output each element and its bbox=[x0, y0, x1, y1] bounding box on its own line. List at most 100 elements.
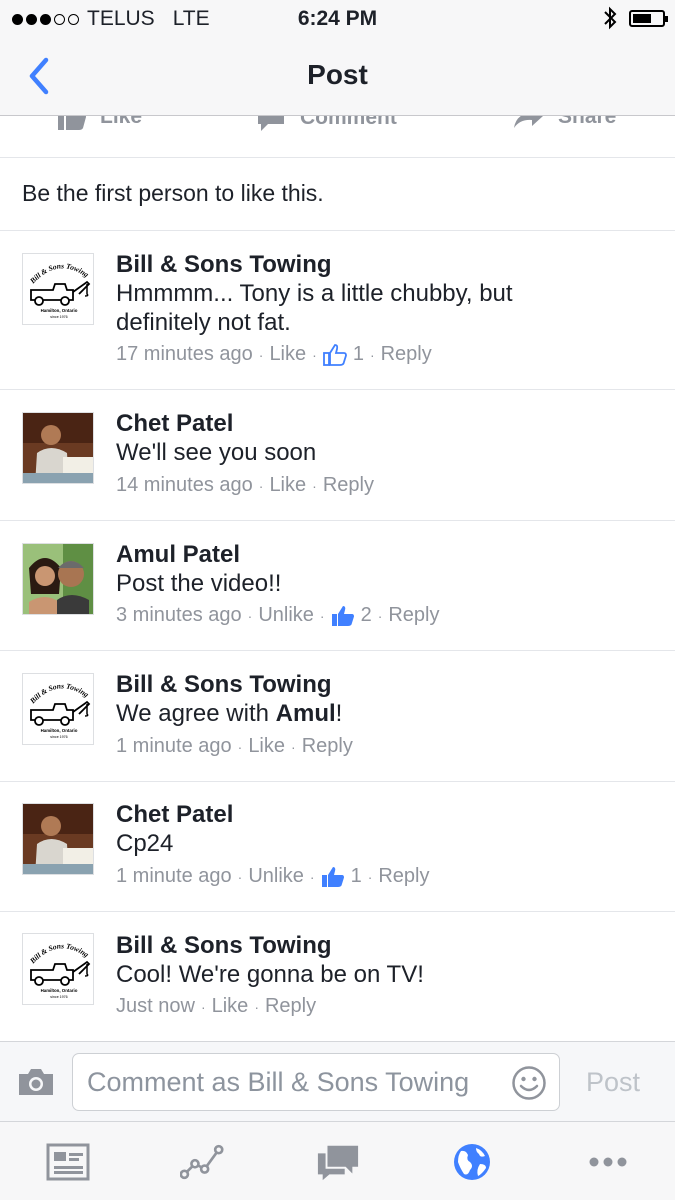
post-button[interactable]: Post bbox=[586, 1067, 640, 1098]
status-time: 6:24 PM bbox=[297, 7, 378, 30]
avatar[interactable]: Bill & Sons Towing Hamilton, Ontario since… bbox=[22, 673, 94, 745]
like-action-button[interactable]: Like bbox=[58, 116, 142, 130]
reply-button[interactable]: Reply bbox=[381, 343, 432, 366]
comment-meta: 3 minutes ago · Unlike · 2 · Reply bbox=[116, 604, 440, 627]
comment-author[interactable]: Bill & Sons Towing bbox=[116, 671, 332, 699]
separator-dot: · bbox=[369, 346, 375, 363]
like-label: Like bbox=[100, 116, 143, 128]
svg-text:Bill & Sons Towing: Bill & Sons Towing bbox=[27, 941, 90, 966]
avatar[interactable] bbox=[22, 543, 94, 615]
divider bbox=[0, 230, 675, 231]
comment-meta: 1 minute ago · Like · Reply bbox=[116, 735, 353, 758]
emoji-smiley-icon[interactable] bbox=[511, 1065, 547, 1101]
avatar[interactable]: Bill & Sons Towing Hamilton, Ontario since… bbox=[22, 933, 94, 1005]
comment-author[interactable]: Chet Patel bbox=[116, 410, 233, 438]
avatar[interactable] bbox=[22, 412, 94, 484]
comment-text-line: We'll see you soon bbox=[116, 439, 317, 466]
separator-dot: · bbox=[291, 738, 296, 755]
share-label: Share bbox=[558, 116, 617, 128]
separator-dot: · bbox=[258, 346, 264, 363]
comment-time[interactable]: 1 minute ago bbox=[116, 865, 232, 888]
comment-time[interactable]: 17 minutes ago bbox=[116, 343, 253, 366]
comment-time[interactable]: 1 minute ago bbox=[116, 735, 232, 758]
like-comment-button[interactable]: Like bbox=[269, 343, 306, 366]
tab-notifications[interactable] bbox=[450, 1140, 494, 1184]
separator-dot: · bbox=[237, 738, 243, 755]
divider bbox=[0, 650, 675, 651]
svg-text:Hamilton, Ontario: Hamilton, Ontario bbox=[41, 988, 78, 993]
tab-activity[interactable] bbox=[180, 1140, 224, 1184]
separator-dot: · bbox=[377, 607, 383, 624]
like-comment-button[interactable]: Like bbox=[248, 735, 285, 758]
profile-photo bbox=[23, 544, 93, 614]
like-count[interactable]: 1 bbox=[351, 865, 362, 888]
tab-messages[interactable] bbox=[316, 1140, 360, 1184]
separator-dot: · bbox=[319, 607, 325, 624]
svg-text:Bill & Sons Towing: Bill & Sons Towing bbox=[27, 261, 90, 286]
tab-news-feed[interactable] bbox=[46, 1140, 90, 1184]
separator-dot: · bbox=[312, 346, 317, 363]
reply-button[interactable]: Reply bbox=[265, 995, 316, 1018]
company-logo-image: Bill & Sons Towing Hamilton, Ontario since… bbox=[27, 941, 90, 999]
separator-dot: · bbox=[309, 868, 315, 885]
share-arrow-icon bbox=[514, 116, 543, 128]
comment-input[interactable]: Comment as Bill & Sons Towing bbox=[72, 1053, 560, 1111]
comment-text-line: Post the video!! bbox=[116, 570, 282, 597]
divider bbox=[0, 520, 675, 521]
thumbs-up-filled-icon bbox=[331, 605, 355, 627]
like-count[interactable]: 1 bbox=[353, 343, 364, 366]
mention-link[interactable]: Amul bbox=[276, 700, 336, 727]
status-bar: TELUS LTE 6:24 PM bbox=[0, 0, 675, 38]
likes-summary: Be the first person to like this. bbox=[22, 180, 324, 206]
svg-text:Hamilton, Ontario: Hamilton, Ontario bbox=[41, 308, 78, 313]
company-logo-image: Bill & Sons Towing Hamilton, Ontario since… bbox=[27, 681, 90, 739]
camera-icon[interactable] bbox=[16, 1066, 56, 1098]
news-feed-icon bbox=[46, 1143, 90, 1181]
reply-button[interactable]: Reply bbox=[378, 865, 429, 888]
like-comment-button[interactable]: Like bbox=[212, 995, 249, 1018]
reply-button[interactable]: Reply bbox=[323, 474, 374, 497]
comment-text: Post the video!! bbox=[116, 569, 656, 598]
status-right bbox=[603, 6, 668, 30]
comment-text-prefix: We agree with bbox=[116, 700, 276, 727]
comment-bubble-icon bbox=[258, 116, 284, 131]
thumbs-up-filled-icon bbox=[321, 866, 345, 888]
unlike-comment-button[interactable]: Unlike bbox=[258, 604, 314, 627]
more-icon bbox=[589, 1157, 627, 1167]
reply-button[interactable]: Reply bbox=[388, 604, 439, 627]
reply-button[interactable]: Reply bbox=[302, 735, 353, 758]
comment-author[interactable]: Amul Patel bbox=[116, 541, 240, 569]
comment-meta: 14 minutes ago · Like · Reply bbox=[116, 474, 374, 497]
share-action-button[interactable]: Share bbox=[512, 116, 616, 130]
comment-text-line: definitely not fat. bbox=[116, 309, 291, 336]
messages-icon bbox=[317, 1145, 359, 1181]
comment-text: Cool! We're gonna be on TV! bbox=[116, 960, 656, 989]
divider bbox=[0, 911, 675, 912]
comment-text: Cp24 bbox=[116, 829, 656, 858]
comment-author[interactable]: Bill & Sons Towing bbox=[116, 932, 332, 960]
comment-action-button[interactable]: Comment bbox=[256, 116, 397, 132]
comment-author[interactable]: Bill & Sons Towing bbox=[116, 251, 332, 279]
thumbs-up-icon bbox=[58, 116, 86, 130]
separator-dot: · bbox=[200, 998, 206, 1015]
comment-time[interactable]: Just now bbox=[116, 995, 195, 1018]
separator-dot: · bbox=[254, 998, 259, 1015]
unlike-comment-button[interactable]: Unlike bbox=[248, 865, 304, 888]
like-comment-button[interactable]: Like bbox=[269, 474, 306, 497]
battery-icon bbox=[629, 9, 668, 27]
company-logo-image: Bill & Sons Towing Hamilton, Ontario since… bbox=[27, 261, 90, 319]
comment-time[interactable]: 14 minutes ago bbox=[116, 474, 253, 497]
separator-dot: · bbox=[367, 868, 373, 885]
profile-photo bbox=[23, 413, 93, 483]
comment-text: We agree with Amul! bbox=[116, 699, 656, 728]
avatar[interactable] bbox=[22, 803, 94, 875]
comment-author[interactable]: Chet Patel bbox=[116, 801, 233, 829]
comment-time[interactable]: 3 minutes ago bbox=[116, 604, 242, 627]
comment-label: Comment bbox=[300, 116, 397, 129]
activity-icon bbox=[180, 1144, 224, 1180]
tab-more[interactable] bbox=[586, 1140, 630, 1184]
like-count[interactable]: 2 bbox=[361, 604, 372, 627]
separator-dot: · bbox=[258, 477, 264, 494]
avatar[interactable]: Bill & Sons Towing Hamilton, Ontario since… bbox=[22, 253, 94, 325]
comment-input-placeholder: Comment as Bill & Sons Towing bbox=[87, 1067, 470, 1097]
